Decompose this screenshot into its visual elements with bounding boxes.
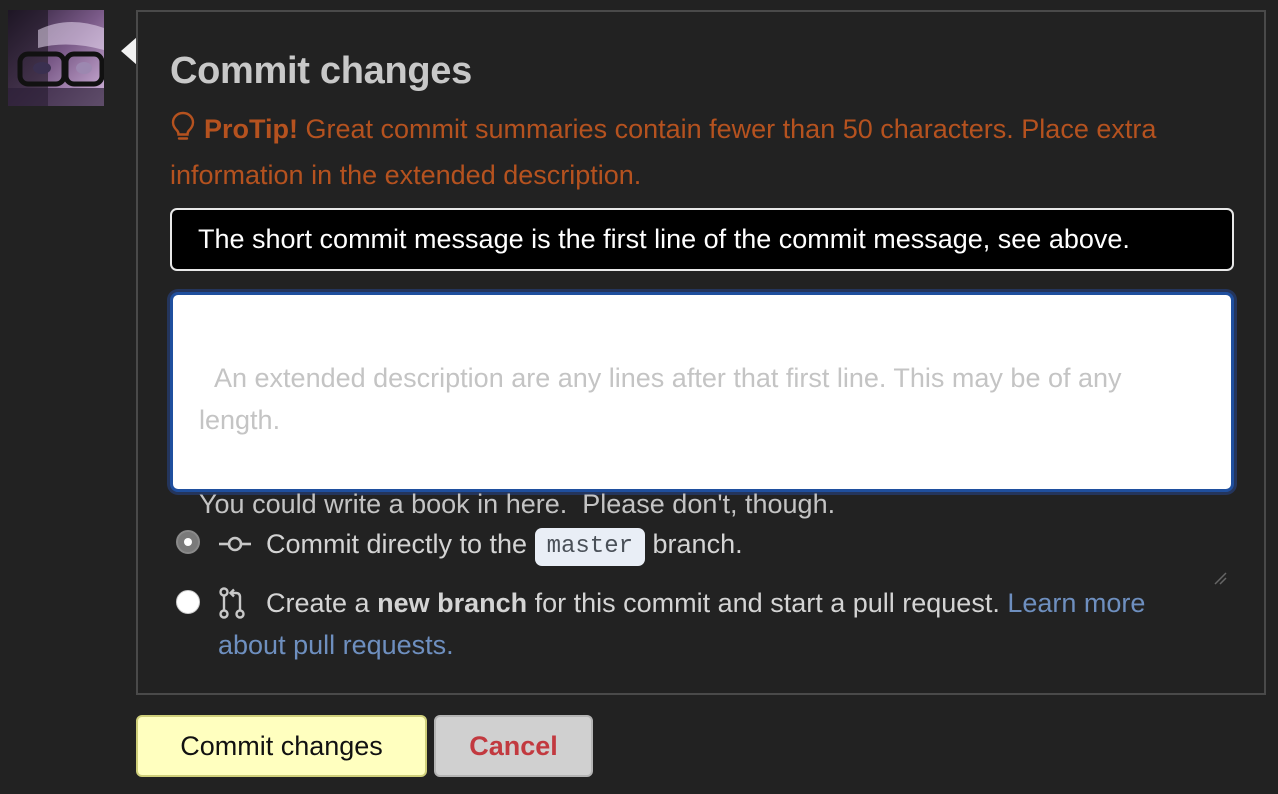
option-new-branch-label: Create a new branch for this commit and …	[266, 582, 1236, 624]
new-branch-prefix: Create a	[266, 588, 370, 618]
resize-handle-icon[interactable]	[1213, 471, 1227, 585]
pull-requests-link[interactable]: about pull requests.	[218, 624, 454, 666]
protip-label: ProTip!	[204, 114, 298, 144]
panel-caret	[121, 37, 137, 65]
commit-description-textarea[interactable]: An extended description are any lines af…	[170, 292, 1234, 585]
git-pull-request-icon	[218, 587, 248, 626]
page-title: Commit changes	[170, 50, 472, 92]
radio-new-branch[interactable]	[176, 590, 200, 614]
option-commit-direct-label: Commit directly to the master branch.	[266, 524, 743, 566]
commit-direct-prefix: Commit directly to the	[266, 529, 528, 559]
protip-text: Great commit summaries contain fewer tha…	[170, 114, 1157, 190]
commit-summary-input[interactable]: The short commit message is the first li…	[170, 208, 1234, 271]
commit-changes-button[interactable]: Commit changes	[136, 715, 427, 777]
avatar	[8, 10, 104, 106]
new-branch-middle: for this commit and start a pull request…	[534, 588, 1000, 618]
git-commit-icon	[218, 532, 252, 563]
radio-commit-direct[interactable]	[176, 530, 200, 554]
commit-direct-suffix: branch.	[652, 529, 743, 559]
branch-name-badge: master	[534, 528, 646, 566]
cancel-button[interactable]: Cancel	[434, 715, 593, 777]
protip-message: ProTip! Great commit summaries contain f…	[170, 108, 1250, 196]
lightbulb-icon	[170, 110, 196, 154]
avatar-image	[8, 10, 104, 106]
new-branch-bold: new branch	[377, 588, 528, 618]
learn-more-link[interactable]: Learn more	[1007, 588, 1145, 618]
